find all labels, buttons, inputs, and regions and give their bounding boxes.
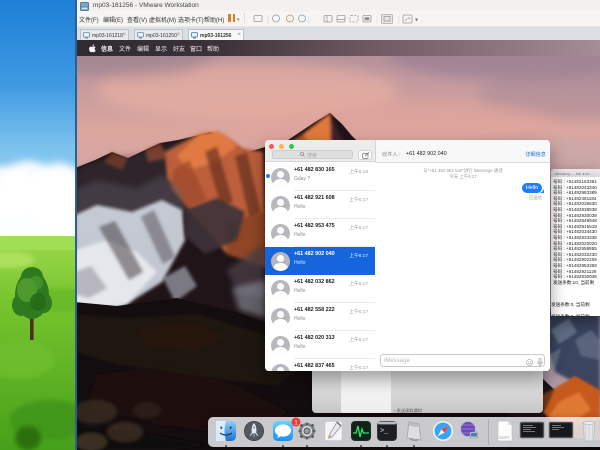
svg-text:SCPT: SCPT <box>499 435 510 440</box>
svg-text:▾: ▾ <box>415 18 418 24</box>
svg-text:>_: >_ <box>380 428 389 436</box>
